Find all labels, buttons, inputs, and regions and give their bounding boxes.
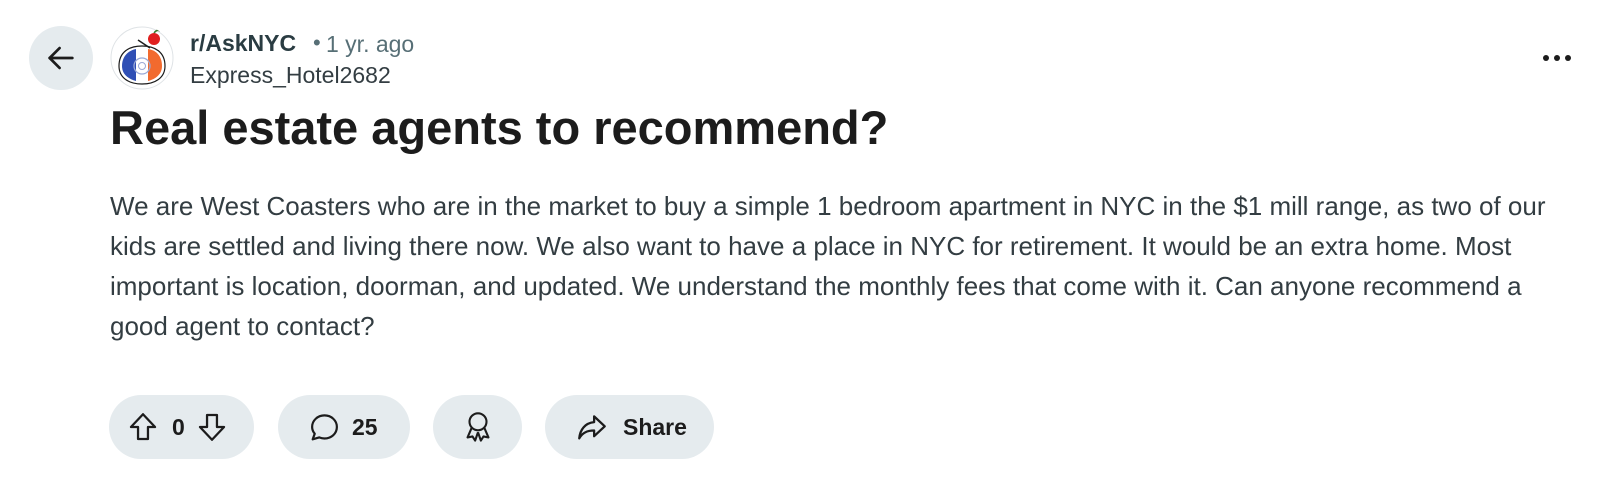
award-button[interactable] [433, 395, 522, 459]
downvote-button[interactable] [195, 410, 229, 444]
post-body: We are West Coasters who are in the mark… [110, 191, 1546, 341]
subreddit-avatar[interactable] [110, 26, 174, 90]
share-arrow-icon [578, 415, 606, 440]
comment-bubble-icon [311, 413, 338, 440]
meta-separator: • [313, 30, 321, 55]
share-button[interactable]: Share [545, 395, 714, 459]
subreddit-link[interactable]: r/AskNYC [190, 28, 296, 58]
comment-count: 25 [352, 414, 378, 440]
more-options-button[interactable] [1533, 38, 1581, 78]
arrow-left-icon [48, 46, 74, 70]
post-title: Real estate agents to recommend? [110, 101, 889, 154]
downvote-arrow-icon [198, 413, 225, 441]
upvote-button[interactable] [126, 410, 160, 444]
award-icon [465, 412, 490, 442]
share-label: Share [623, 414, 687, 440]
vote-count: 0 [172, 414, 185, 440]
author-link[interactable]: Express_Hotel2682 [190, 60, 391, 90]
nyc-seal-avatar-icon [110, 26, 174, 90]
vote-bar: 0 [109, 395, 254, 459]
post-age: 1 yr. ago [326, 31, 415, 57]
back-button[interactable] [29, 26, 93, 90]
upvote-arrow-icon [129, 413, 157, 441]
comments-button[interactable]: 25 [278, 395, 410, 459]
more-horizontal-icon [1543, 55, 1571, 61]
